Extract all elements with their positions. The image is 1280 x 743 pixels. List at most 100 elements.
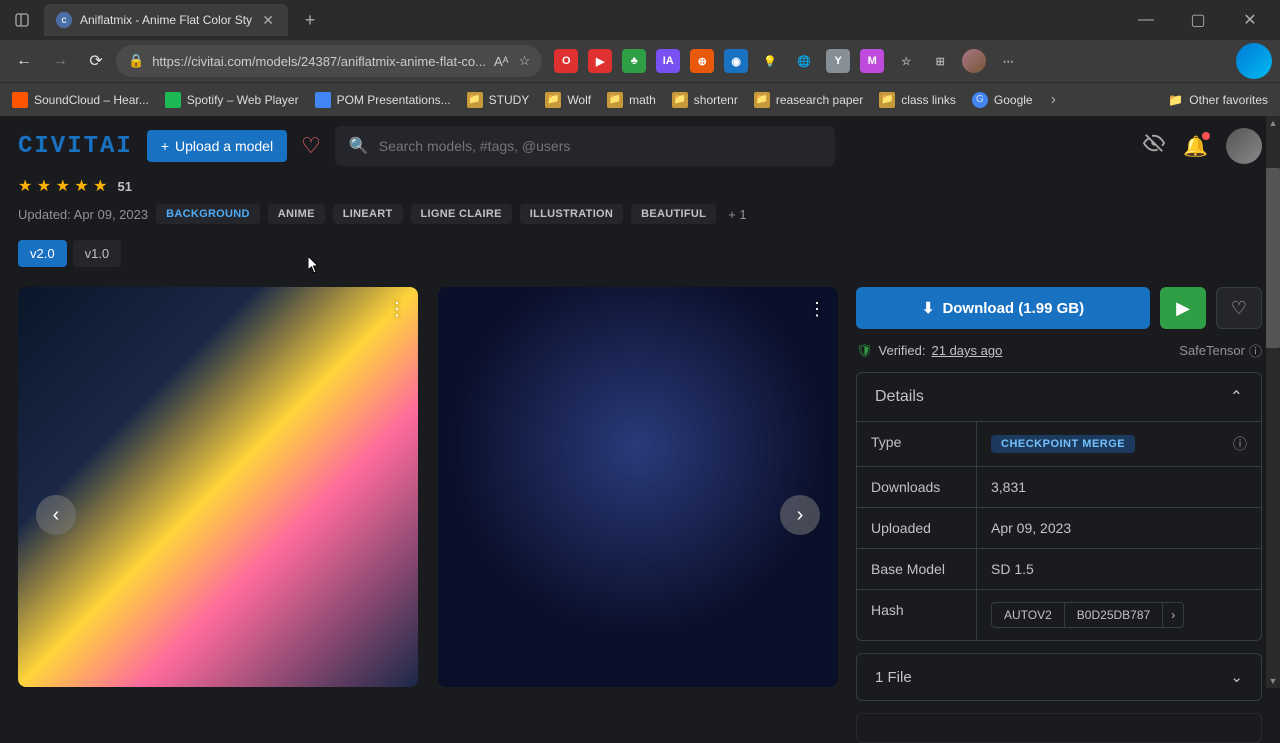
- gallery-prev-button[interactable]: ‹: [36, 495, 76, 535]
- upload-model-button[interactable]: +Upload a model: [147, 130, 287, 162]
- gallery-next-button[interactable]: ›: [780, 495, 820, 535]
- notifications-button[interactable]: 🔔: [1183, 134, 1208, 159]
- mouse-cursor: [308, 256, 320, 274]
- bookmark[interactable]: G Google: [972, 92, 1033, 108]
- hide-nsfw-button[interactable]: [1143, 132, 1165, 160]
- version-v1[interactable]: v1.0: [73, 240, 122, 267]
- bookmark-label: SoundCloud – Hear...: [34, 93, 149, 107]
- files-panel[interactable]: 1 File ⌄: [856, 653, 1262, 701]
- folder-icon: 📁: [1168, 93, 1183, 107]
- bookmark[interactable]: 📁Wolf: [545, 92, 591, 108]
- files-title: 1 File: [875, 669, 912, 686]
- details-header[interactable]: Details ⌃: [857, 373, 1261, 421]
- scrollbar[interactable]: ▲ ▼: [1266, 116, 1280, 688]
- bookmark[interactable]: POM Presentations...: [315, 92, 451, 108]
- like-button[interactable]: ♡: [1216, 287, 1262, 329]
- bookmark[interactable]: Spotify – Web Player: [165, 92, 299, 108]
- url-text: https://civitai.com/models/24387/aniflat…: [152, 54, 486, 69]
- bookmark[interactable]: 📁reasearch paper: [754, 92, 863, 108]
- updated-date: Updated: Apr 09, 2023: [18, 207, 148, 222]
- bookmark[interactable]: SoundCloud – Hear...: [12, 92, 149, 108]
- scrollbar-thumb[interactable]: [1266, 168, 1280, 348]
- bookmark-favicon: [165, 92, 181, 108]
- search-icon: 🔍: [349, 136, 369, 156]
- user-avatar[interactable]: [1226, 128, 1262, 164]
- ext-icon-4[interactable]: IA: [656, 49, 680, 73]
- tag[interactable]: ILLUSTRATION: [520, 204, 623, 224]
- tag[interactable]: ANIME: [268, 204, 325, 224]
- uploaded-label: Uploaded: [857, 508, 977, 548]
- bookmark-label: STUDY: [489, 93, 530, 107]
- run-button[interactable]: ▶: [1160, 287, 1206, 329]
- image-menu-button[interactable]: ⋮: [388, 299, 406, 320]
- scroll-down-button[interactable]: ▼: [1266, 674, 1280, 688]
- tag[interactable]: LINEART: [333, 204, 403, 224]
- ext-icon-5[interactable]: ⊕: [690, 49, 714, 73]
- collections-icon[interactable]: ⊞: [928, 49, 952, 73]
- bookmark[interactable]: 📁class links: [879, 92, 956, 108]
- star-rating[interactable]: ★ ★ ★ ★ ★: [18, 176, 108, 196]
- bookmark-label: math: [629, 93, 656, 107]
- bookmark[interactable]: 📁STUDY: [467, 92, 530, 108]
- bookmark-favicon: G: [972, 92, 988, 108]
- back-button[interactable]: ←: [8, 45, 40, 77]
- bookmark-label: reasearch paper: [776, 93, 863, 107]
- scroll-up-button[interactable]: ▲: [1266, 116, 1280, 130]
- favorites-icon[interactable]: ☆: [894, 49, 918, 73]
- ext-icon-10[interactable]: M: [860, 49, 884, 73]
- download-label: Download (1.99 GB): [942, 300, 1084, 317]
- profile-icon[interactable]: [962, 49, 986, 73]
- downloads-value: 3,831: [977, 467, 1261, 507]
- tag[interactable]: BEAUTIFUL: [631, 204, 716, 224]
- hash-label: Hash: [857, 590, 977, 640]
- bookmarks-overflow-button[interactable]: ›: [1051, 91, 1056, 109]
- more-tags-button[interactable]: + 1: [728, 207, 746, 222]
- version-v2[interactable]: v2.0: [18, 240, 67, 267]
- bing-chat-button[interactable]: [1236, 43, 1272, 79]
- other-favorites-button[interactable]: 📁Other favorites: [1168, 93, 1268, 107]
- ext-icon-3[interactable]: ♣: [622, 49, 646, 73]
- close-tab-button[interactable]: ✕: [260, 12, 276, 28]
- tab-actions-button[interactable]: [8, 6, 36, 34]
- ext-icon-2[interactable]: ▶: [588, 49, 612, 73]
- url-bar[interactable]: 🔒 https://civitai.com/models/24387/anifl…: [116, 45, 542, 77]
- bookmark-label: class links: [901, 93, 956, 107]
- info-icon[interactable]: ⓘ: [1249, 341, 1262, 360]
- favorite-header-button[interactable]: ♡: [301, 133, 321, 159]
- maximize-button[interactable]: ▢: [1176, 4, 1220, 36]
- new-tab-button[interactable]: +: [296, 6, 324, 34]
- bookmark[interactable]: 📁shortenr: [672, 92, 738, 108]
- bookmark-label: Google: [994, 93, 1033, 107]
- site-search[interactable]: 🔍: [335, 126, 835, 166]
- reader-icon[interactable]: Aᴬ: [494, 54, 509, 69]
- ext-icon-1[interactable]: O: [554, 49, 578, 73]
- tag[interactable]: LIGNE CLAIRE: [411, 204, 512, 224]
- favorite-icon[interactable]: ☆: [519, 53, 531, 69]
- site-logo[interactable]: CIVITAI: [18, 133, 133, 160]
- gallery-image[interactable]: ⋮: [438, 287, 838, 687]
- info-icon[interactable]: ⓘ: [1233, 434, 1247, 454]
- ext-icon-7[interactable]: 💡: [758, 49, 782, 73]
- download-button[interactable]: ⬇ Download (1.99 GB): [856, 287, 1150, 329]
- bookmark[interactable]: 📁 math: [607, 92, 656, 108]
- forward-button[interactable]: →: [44, 45, 76, 77]
- lock-icon: 🔒: [128, 53, 144, 69]
- verified-time-link[interactable]: 21 days ago: [932, 343, 1003, 358]
- ext-icon-8[interactable]: 🌐: [792, 49, 816, 73]
- ext-icon-6[interactable]: ◉: [724, 49, 748, 73]
- folder-icon: 📁: [607, 92, 623, 108]
- hash-group[interactable]: AUTOV2 B0D25DB787 ›: [991, 602, 1184, 628]
- image-menu-button[interactable]: ⋮: [808, 299, 826, 320]
- close-window-button[interactable]: ✕: [1228, 4, 1272, 36]
- refresh-button[interactable]: ⟳: [80, 45, 112, 77]
- folder-icon: 📁: [672, 92, 688, 108]
- hash-expand-button[interactable]: ›: [1163, 603, 1183, 627]
- tag[interactable]: BACKGROUND: [156, 204, 260, 224]
- ext-icon-9[interactable]: Y: [826, 49, 850, 73]
- minimize-button[interactable]: —: [1124, 4, 1168, 36]
- more-icon[interactable]: ⋯: [996, 49, 1020, 73]
- reviews-panel[interactable]: [856, 713, 1262, 743]
- gallery-image[interactable]: ⋮: [18, 287, 418, 687]
- search-input[interactable]: [379, 138, 821, 154]
- browser-tab[interactable]: c Aniflatmix - Anime Flat Color Sty ✕: [44, 4, 288, 36]
